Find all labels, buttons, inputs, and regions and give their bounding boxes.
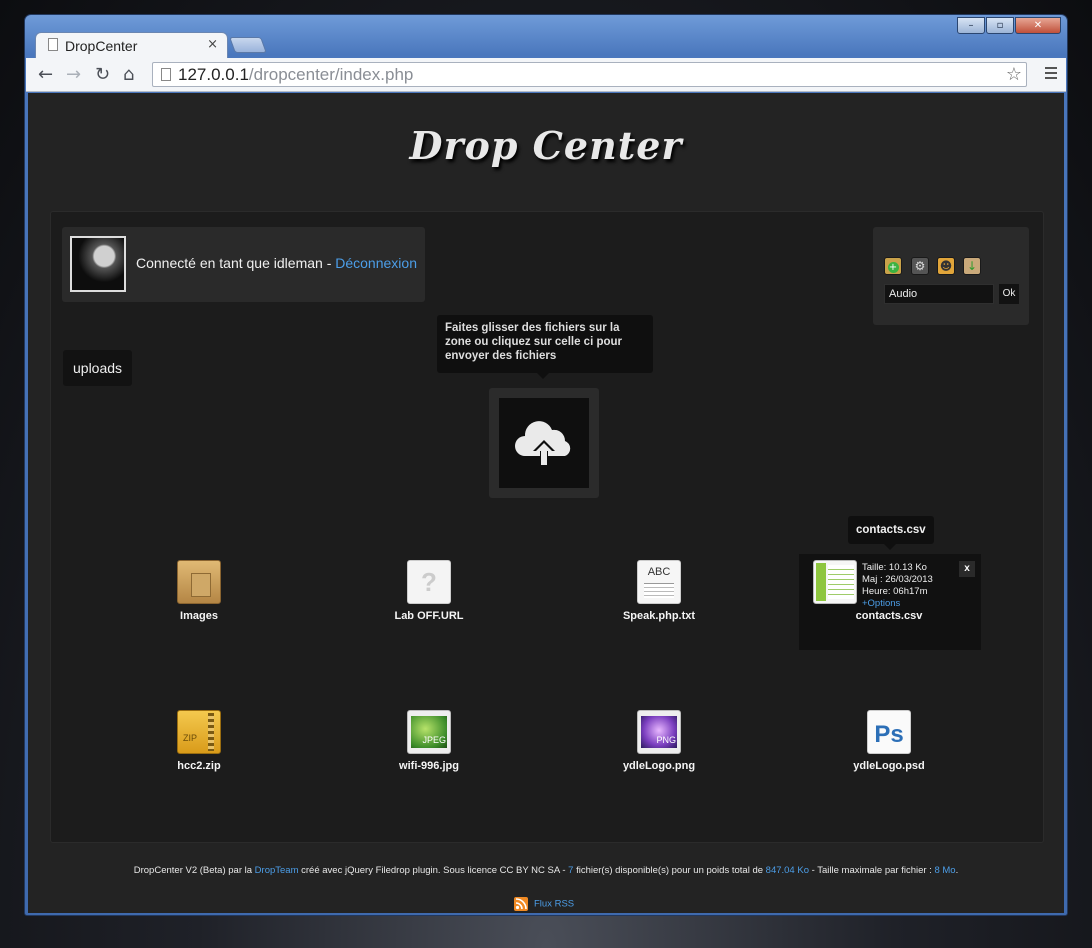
file-count: 7 xyxy=(568,865,574,876)
dropzone-tooltip: Faites glisser des fichiers sur la zone … xyxy=(437,315,653,379)
avatar xyxy=(70,236,126,292)
user-icon[interactable]: ☻ xyxy=(937,257,955,275)
new-tab-button[interactable] xyxy=(229,37,267,53)
dropteam-link[interactable]: DropTeam xyxy=(255,865,299,876)
file-tooltip: contacts.csv xyxy=(848,516,934,550)
max-size: 8 Mo xyxy=(934,865,956,876)
upload-cloud-icon xyxy=(499,398,589,488)
file-item[interactable]: ZIP hcc2.zip xyxy=(109,710,289,772)
ok-button[interactable]: Ok xyxy=(999,284,1019,304)
file-name: Speak.php.txt xyxy=(622,610,696,622)
footer: DropCenter V2 (Beta) par la DropTeam cré… xyxy=(28,865,1064,876)
tool-box: + ⚙ ☻ ↓ Audio Ok xyxy=(873,227,1029,325)
forward-icon[interactable]: → xyxy=(66,64,81,85)
file-name: ydleLogo.png xyxy=(622,760,696,772)
file-item[interactable]: ABC Speak.php.txt xyxy=(569,560,749,622)
rss-icon xyxy=(514,897,528,911)
browser-window: – ▫ ✕ DropCenter × ← → ↻ ⌂ 127.0.0.1/dro… xyxy=(24,14,1068,916)
close-window-button[interactable]: ✕ xyxy=(1015,17,1061,34)
browser-toolbar: ← → ↻ ⌂ 127.0.0.1/dropcenter/index.php ☆ xyxy=(26,58,1066,92)
psd-file-icon: Ps xyxy=(867,710,911,754)
maximize-button[interactable]: ▫ xyxy=(986,17,1014,34)
reload-icon[interactable]: ↻ xyxy=(95,64,110,85)
jpeg-file-icon: JPEG xyxy=(407,710,451,754)
current-folder[interactable]: uploads xyxy=(63,350,133,386)
folder-icon xyxy=(177,560,221,604)
text-file-icon: ABC xyxy=(637,560,681,604)
file-item[interactable]: Ps ydleLogo.psd xyxy=(799,710,979,772)
png-file-icon: PNG xyxy=(637,710,681,754)
page-content: Drop Center Connecté en tant que idleman… xyxy=(28,93,1064,913)
tab-title: DropCenter xyxy=(65,38,138,54)
file-name: hcc2.zip xyxy=(177,760,221,772)
user-box: Connecté en tant que idleman - Déconnexi… xyxy=(62,227,425,302)
file-name: contacts.csv xyxy=(855,610,923,622)
footer-text: fichier(s) disponible(s) pour un poids t… xyxy=(576,865,764,876)
file-item[interactable]: PNG ydleLogo.png xyxy=(569,710,749,772)
url-text[interactable]: 127.0.0.1/dropcenter/index.php xyxy=(178,65,413,85)
back-icon[interactable]: ← xyxy=(38,64,53,85)
folder-name-input[interactable]: Audio xyxy=(884,284,994,304)
total-size: 847.04 Ko xyxy=(765,865,809,876)
unknown-file-icon: ? xyxy=(407,560,451,604)
rss-link[interactable]: Flux RSS xyxy=(514,897,574,911)
footer-text: créé avec jQuery Filedrop plugin. Sous l… xyxy=(301,865,566,876)
file-name: Images xyxy=(180,610,218,622)
browser-tab[interactable]: DropCenter × xyxy=(35,32,228,58)
address-bar[interactable]: 127.0.0.1/dropcenter/index.php ☆ xyxy=(152,62,1027,87)
bookmark-star-icon[interactable]: ☆ xyxy=(1006,64,1022,85)
main-panel: Connecté en tant que idleman - Déconnexi… xyxy=(50,211,1044,843)
spreadsheet-icon xyxy=(813,560,857,604)
upload-dropzone[interactable] xyxy=(489,388,599,498)
window-controls: – ▫ ✕ xyxy=(956,17,1061,34)
minimize-button[interactable]: – xyxy=(957,17,985,34)
logout-link[interactable]: Déconnexion xyxy=(335,255,417,271)
file-item[interactable]: Images xyxy=(109,560,289,622)
file-item[interactable]: JPEG wifi-996.jpg xyxy=(339,710,519,772)
file-name: wifi-996.jpg xyxy=(399,760,459,772)
user-status: Connecté en tant que idleman - Déconnexi… xyxy=(136,255,417,271)
menu-icon[interactable] xyxy=(1045,67,1057,82)
footer-text: . xyxy=(955,865,959,876)
add-folder-icon[interactable]: + xyxy=(884,257,902,275)
file-item[interactable]: contacts.csv xyxy=(799,560,979,622)
footer-text: DropCenter V2 (Beta) par la xyxy=(133,865,253,876)
rss-label: Flux RSS xyxy=(534,898,575,910)
settings-icon[interactable]: ⚙ xyxy=(911,257,929,275)
zip-file-icon: ZIP xyxy=(177,710,221,754)
file-name: Lab OFF.URL xyxy=(394,610,464,622)
footer-text: - Taille maximale par fichier : xyxy=(811,865,932,876)
home-icon[interactable]: ⌂ xyxy=(123,64,134,85)
site-logo: Drop Center xyxy=(409,123,683,168)
page-icon xyxy=(48,38,58,51)
download-icon[interactable]: ↓ xyxy=(963,257,981,275)
tab-close-icon[interactable]: × xyxy=(207,37,218,52)
file-name: ydleLogo.psd xyxy=(853,760,925,772)
user-label: Connecté en tant que idleman - xyxy=(136,255,332,271)
page-icon xyxy=(161,68,171,81)
file-item[interactable]: ? Lab OFF.URL xyxy=(339,560,519,622)
